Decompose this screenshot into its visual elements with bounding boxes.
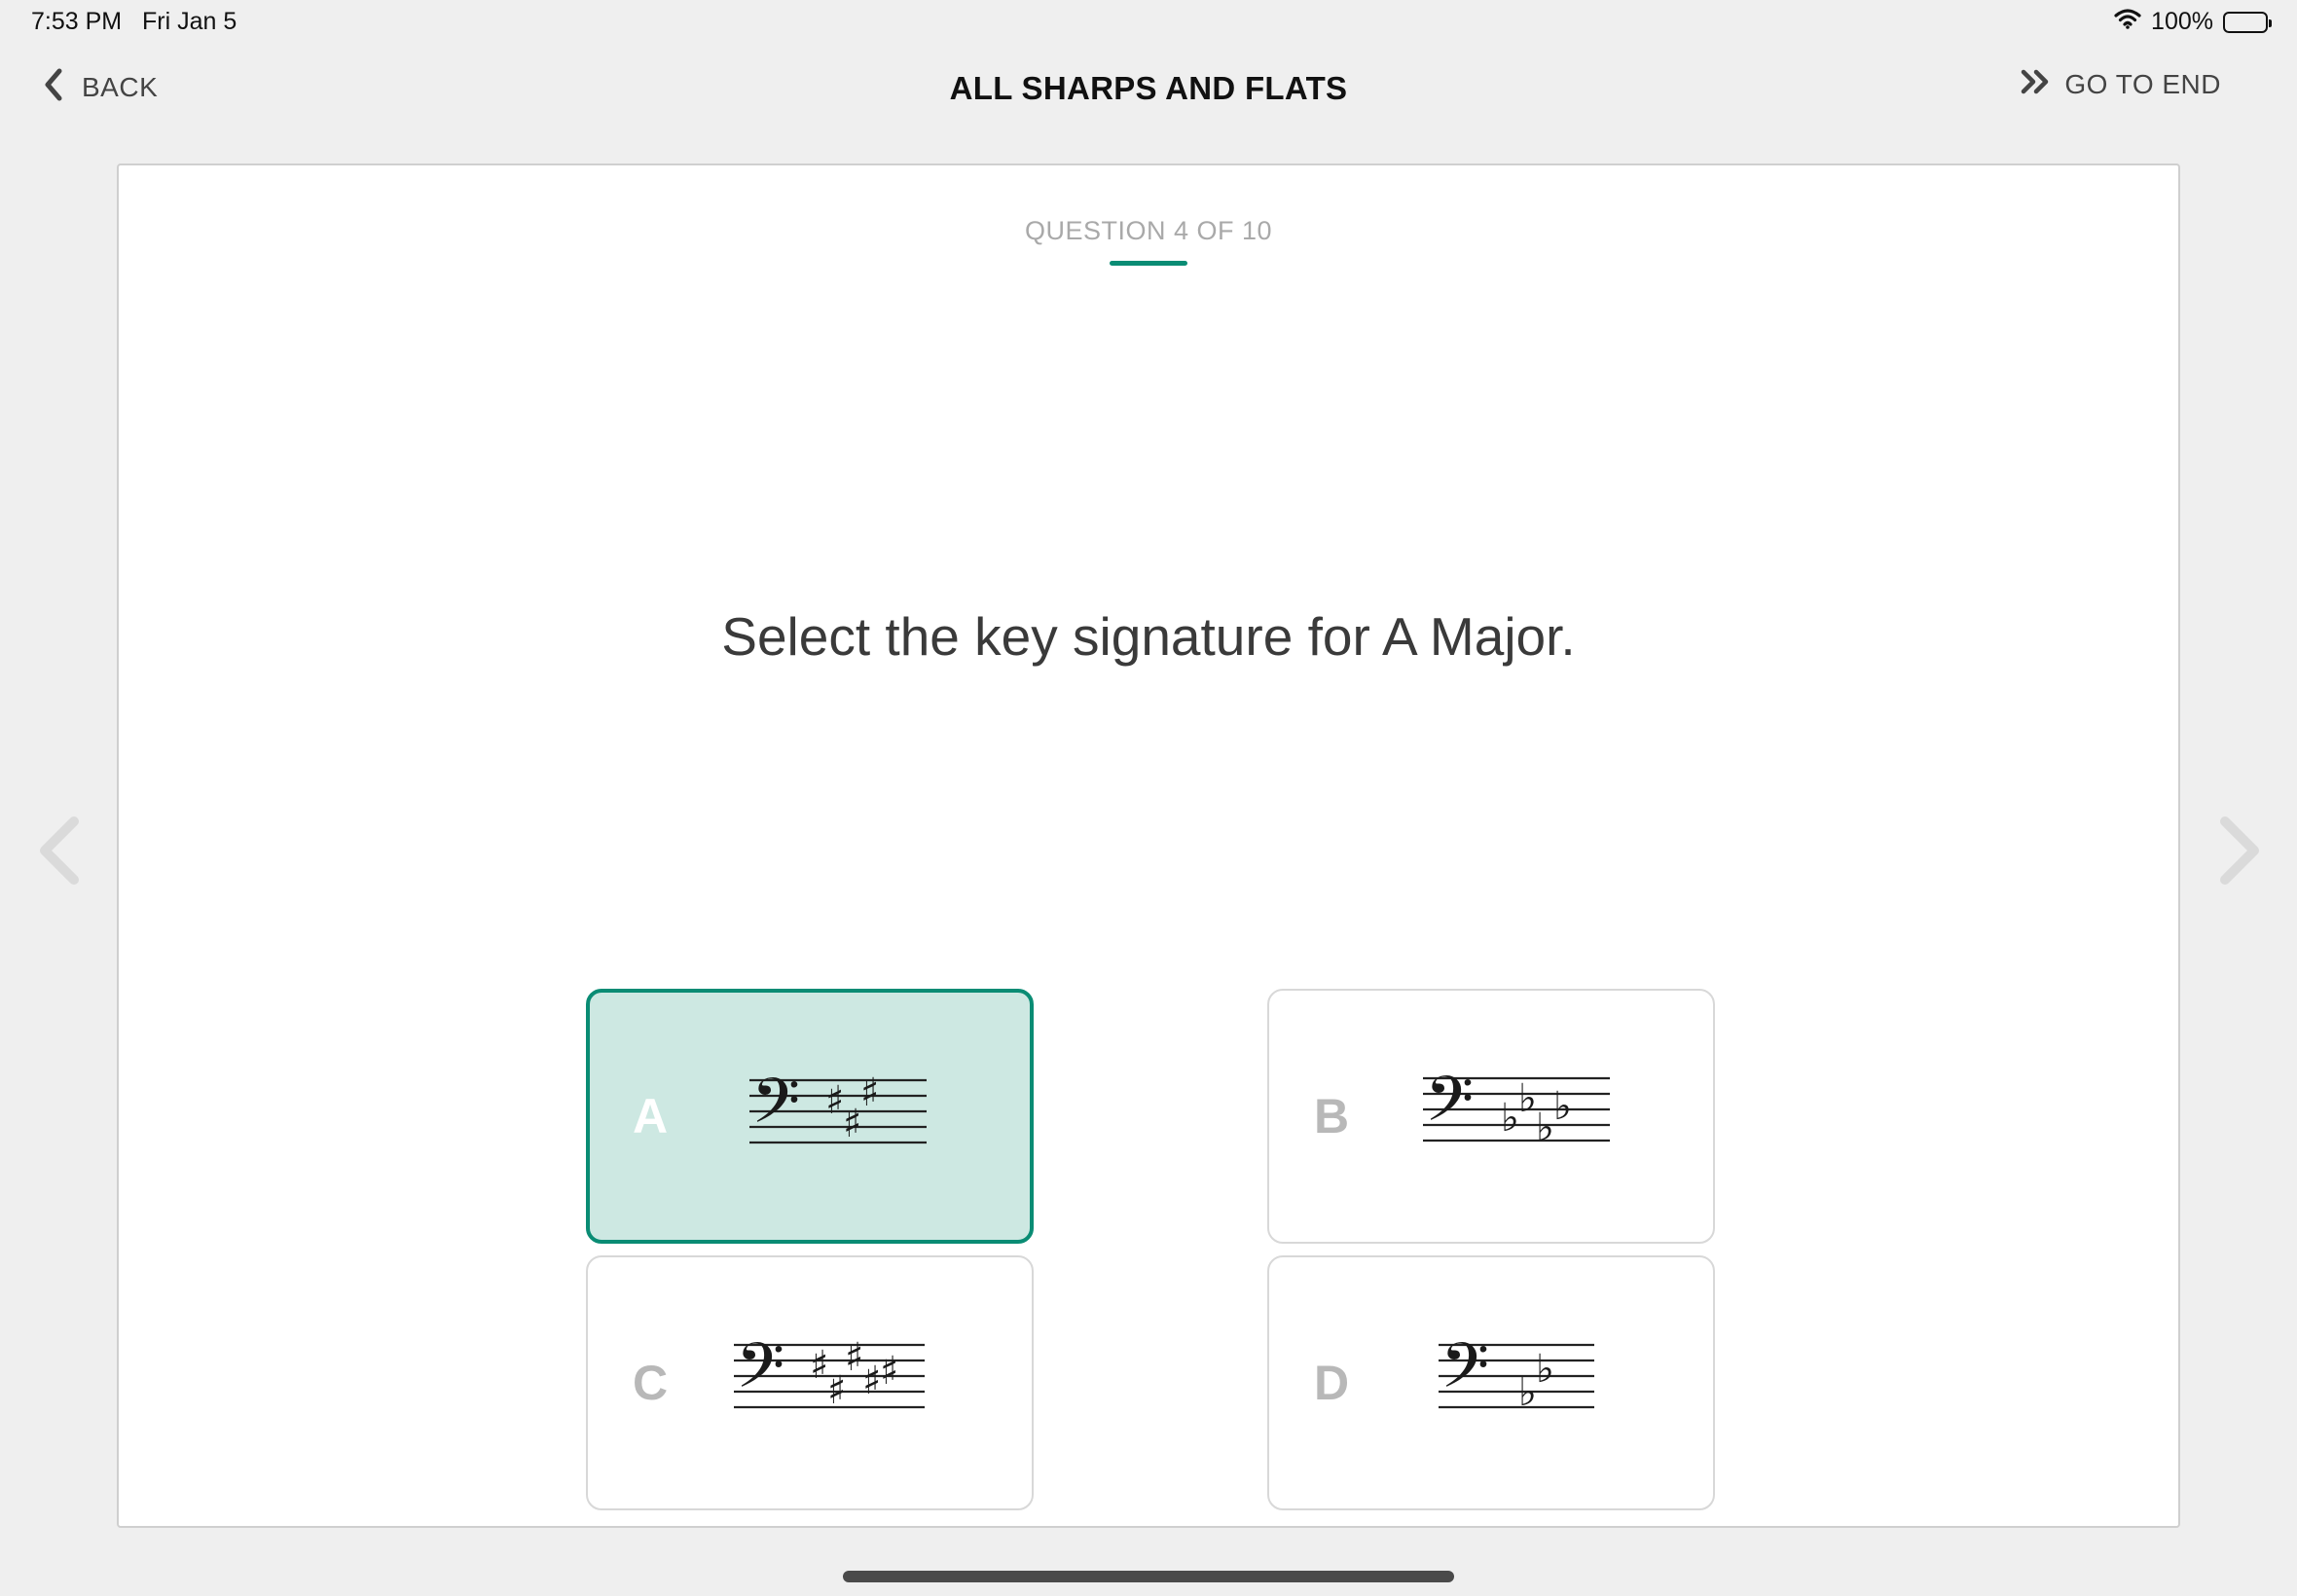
status-time: 7:53 PM bbox=[31, 8, 123, 35]
wifi-icon bbox=[2114, 8, 2141, 36]
status-date: Fri Jan 5 bbox=[142, 8, 237, 35]
svg-text:♭: ♭ bbox=[1553, 1084, 1572, 1129]
svg-text:♭: ♭ bbox=[1518, 1076, 1537, 1121]
svg-text:𝄢: 𝄢 bbox=[736, 1330, 784, 1418]
status-right: 100% bbox=[2114, 8, 2272, 36]
svg-text:♯: ♯ bbox=[810, 1343, 828, 1388]
svg-text:𝄢: 𝄢 bbox=[1440, 1330, 1489, 1418]
answer-a[interactable]: A 𝄢 ♯ ♯ ♯ bbox=[586, 989, 1034, 1244]
answer-letter: B bbox=[1314, 1089, 1350, 1143]
key-signature-icon: 𝄢 ♯ ♯ ♯ bbox=[749, 1066, 927, 1153]
svg-text:♯: ♯ bbox=[862, 1359, 881, 1403]
answer-d[interactable]: D 𝄢 ♭ ♭ bbox=[1267, 1255, 1715, 1510]
key-signature-icon: 𝄢 ♭ ♭ ♭ ♭ bbox=[1423, 1064, 1610, 1151]
svg-text:♯: ♯ bbox=[843, 1102, 861, 1146]
status-bar: 7:53 PM Fri Jan 5 100% bbox=[0, 0, 2297, 47]
battery-percent: 100% bbox=[2151, 8, 2213, 35]
answer-c[interactable]: C 𝄢 ♯ ♯ ♯ ♯ ♯ bbox=[586, 1255, 1034, 1510]
svg-text:𝄢: 𝄢 bbox=[751, 1066, 800, 1153]
question-underline bbox=[1110, 261, 1187, 266]
page-title: ALL SHARPS AND FLATS bbox=[949, 70, 1348, 106]
svg-text:♯: ♯ bbox=[825, 1078, 844, 1123]
top-nav: BACK ALL SHARPS AND FLATS GO TO END bbox=[0, 58, 2297, 119]
svg-text:♭: ♭ bbox=[1518, 1370, 1537, 1415]
go-to-end-label: GO TO END bbox=[2064, 68, 2221, 99]
next-question-arrow-icon[interactable] bbox=[2215, 816, 2264, 890]
svg-text:♭: ♭ bbox=[1536, 1106, 1554, 1150]
svg-text:♭: ♭ bbox=[1536, 1347, 1554, 1392]
answer-letter: C bbox=[633, 1356, 669, 1410]
battery-icon bbox=[2223, 11, 2272, 33]
answer-b[interactable]: B 𝄢 ♭ ♭ ♭ ♭ bbox=[1267, 989, 1715, 1244]
svg-text:♭: ♭ bbox=[1501, 1096, 1519, 1141]
svg-text:𝄢: 𝄢 bbox=[1425, 1064, 1474, 1151]
question-text: Select the key signature for A Major. bbox=[721, 606, 1576, 667]
question-counter: QUESTION 4 OF 10 bbox=[1024, 216, 1273, 245]
answer-letter: A bbox=[633, 1089, 669, 1143]
home-indicator[interactable] bbox=[843, 1571, 1454, 1582]
key-signature-icon: 𝄢 ♯ ♯ ♯ ♯ ♯ bbox=[734, 1330, 925, 1418]
answer-letter: D bbox=[1314, 1356, 1350, 1410]
double-chevron-right-icon bbox=[2020, 68, 2053, 100]
svg-text:♯: ♯ bbox=[845, 1335, 863, 1380]
svg-text:♯: ♯ bbox=[860, 1070, 879, 1115]
svg-text:♯: ♯ bbox=[827, 1368, 846, 1413]
question-card: QUESTION 4 OF 10 Select the key signatur… bbox=[117, 163, 2180, 1528]
svg-text:♯: ♯ bbox=[880, 1349, 898, 1394]
go-to-end-button[interactable]: GO TO END bbox=[2020, 68, 2221, 100]
prev-question-arrow-icon[interactable] bbox=[35, 816, 84, 890]
key-signature-icon: 𝄢 ♭ ♭ bbox=[1439, 1330, 1594, 1418]
